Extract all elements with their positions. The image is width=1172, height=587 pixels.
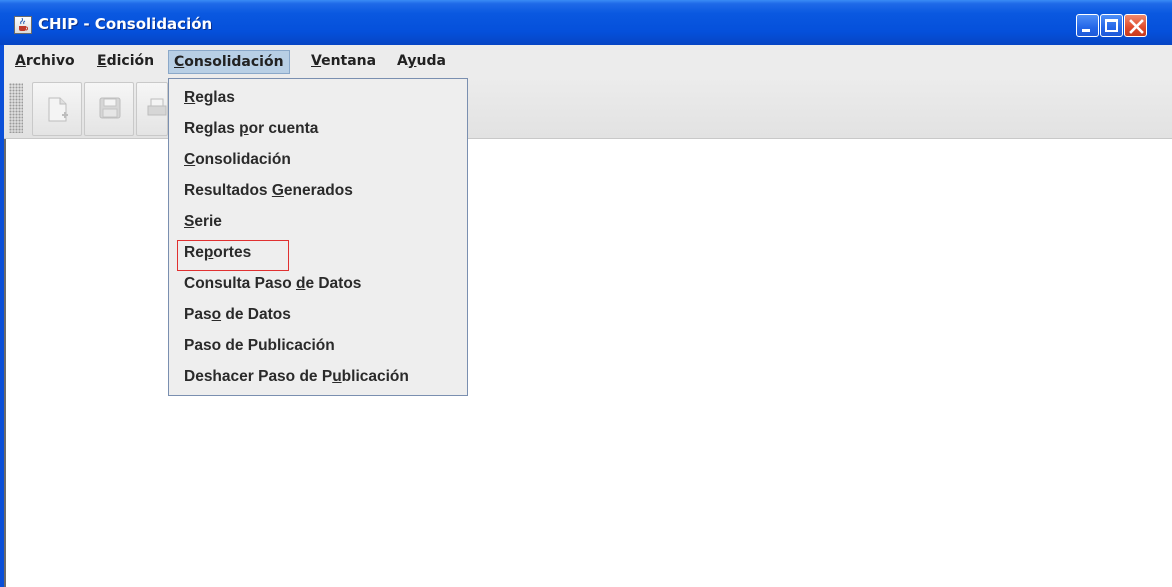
menu-ayuda-pre: A (397, 53, 408, 69)
item-text-pre: Resultados (184, 182, 272, 199)
menu-item-deshacer-paso-de-publicacion[interactable]: Deshacer Paso de Publicación (169, 362, 467, 393)
item-text-post: de Datos (221, 306, 291, 323)
item-mnemonic: G (271, 182, 284, 199)
item-text-post: or cuenta (248, 120, 319, 137)
menu-edicion[interactable]: Edición (92, 50, 159, 74)
menu-consolidacion-mnemonic: C (174, 54, 185, 70)
item-mnemonic: R (184, 89, 196, 106)
menu-archivo[interactable]: Archivo (10, 50, 80, 74)
menu-ventana[interactable]: Ventana (306, 50, 381, 74)
save-button[interactable] (84, 82, 134, 136)
application-window: CHIP - Consolidación Archivo Edición Con… (0, 0, 1172, 587)
maximize-icon (1105, 19, 1118, 32)
java-cup-icon (14, 16, 32, 34)
item-text-post: e Datos (305, 275, 362, 292)
item-text-post: eglas (195, 89, 235, 106)
print-icon (147, 98, 167, 116)
reportes-highlight-box (177, 240, 289, 271)
menu-edicion-rest: dición (106, 53, 155, 69)
item-mnemonic: C (184, 151, 196, 168)
menu-item-serie[interactable]: Serie (169, 207, 467, 238)
toolbar-grip[interactable] (9, 83, 23, 133)
menu-bar: Archivo Edición Consolidación Ventana Ay… (4, 45, 1172, 77)
new-document-button[interactable] (32, 82, 82, 136)
item-mnemonic: S (184, 213, 195, 230)
menu-item-paso-de-datos[interactable]: Paso de Datos (169, 300, 467, 331)
item-text-pre: Deshacer Paso de P (184, 368, 333, 385)
client-area: Archivo Edición Consolidación Ventana Ay… (4, 45, 1172, 587)
item-text-pre: Reglas (184, 120, 240, 137)
maximize-button[interactable] (1100, 14, 1123, 37)
item-text-pre: Pas (184, 306, 212, 323)
menu-item-paso-de-publicacion[interactable]: Paso de Publicación (169, 331, 467, 362)
consolidacion-dropdown-menu: Reglas Reglas por cuenta Consolidación R… (168, 78, 468, 396)
menu-ventana-rest: entana (321, 53, 377, 69)
menu-item-resultados-generados[interactable]: Resultados Generados (169, 176, 467, 207)
item-mnemonic: p (239, 120, 249, 137)
menu-archivo-mnemonic: A (15, 53, 26, 69)
menu-item-reglas[interactable]: Reglas (169, 83, 467, 114)
menu-item-consolidacion[interactable]: Consolidación (169, 145, 467, 176)
new-document-icon (48, 97, 68, 122)
menu-ayuda-rest: uda (416, 53, 446, 69)
menu-ayuda[interactable]: Ayuda (392, 50, 451, 74)
menu-item-consulta-paso-de-datos[interactable]: Consulta Paso de Datos (169, 269, 467, 300)
item-text-post: onsolidación (195, 151, 291, 168)
menu-consolidacion-rest: onsolidación (184, 54, 284, 70)
menu-edicion-mnemonic: E (97, 53, 107, 69)
save-icon (99, 97, 121, 119)
window-title: CHIP - Consolidación (38, 15, 213, 33)
item-text-pre: Consulta Paso (184, 275, 296, 292)
menu-item-reglas-por-cuenta[interactable]: Reglas por cuenta (169, 114, 467, 145)
item-text-post: enerados (283, 182, 353, 199)
item-mnemonic: o (211, 306, 222, 323)
print-button[interactable] (136, 82, 168, 136)
item-text-post: erie (194, 213, 222, 230)
title-bar[interactable]: CHIP - Consolidación (0, 0, 1172, 45)
menu-ventana-mnemonic: V (311, 53, 322, 69)
close-button[interactable] (1124, 14, 1147, 37)
item-text-pre: Paso de Publicación (184, 337, 335, 354)
minimize-icon (1082, 29, 1090, 32)
close-icon (1129, 19, 1144, 34)
menu-archivo-rest: rchivo (25, 53, 75, 69)
item-text-post: blicación (341, 368, 409, 385)
window-left-edge (4, 139, 6, 587)
minimize-button[interactable] (1076, 14, 1099, 37)
menu-consolidacion[interactable]: Consolidación (168, 50, 290, 74)
item-mnemonic: u (332, 368, 342, 385)
